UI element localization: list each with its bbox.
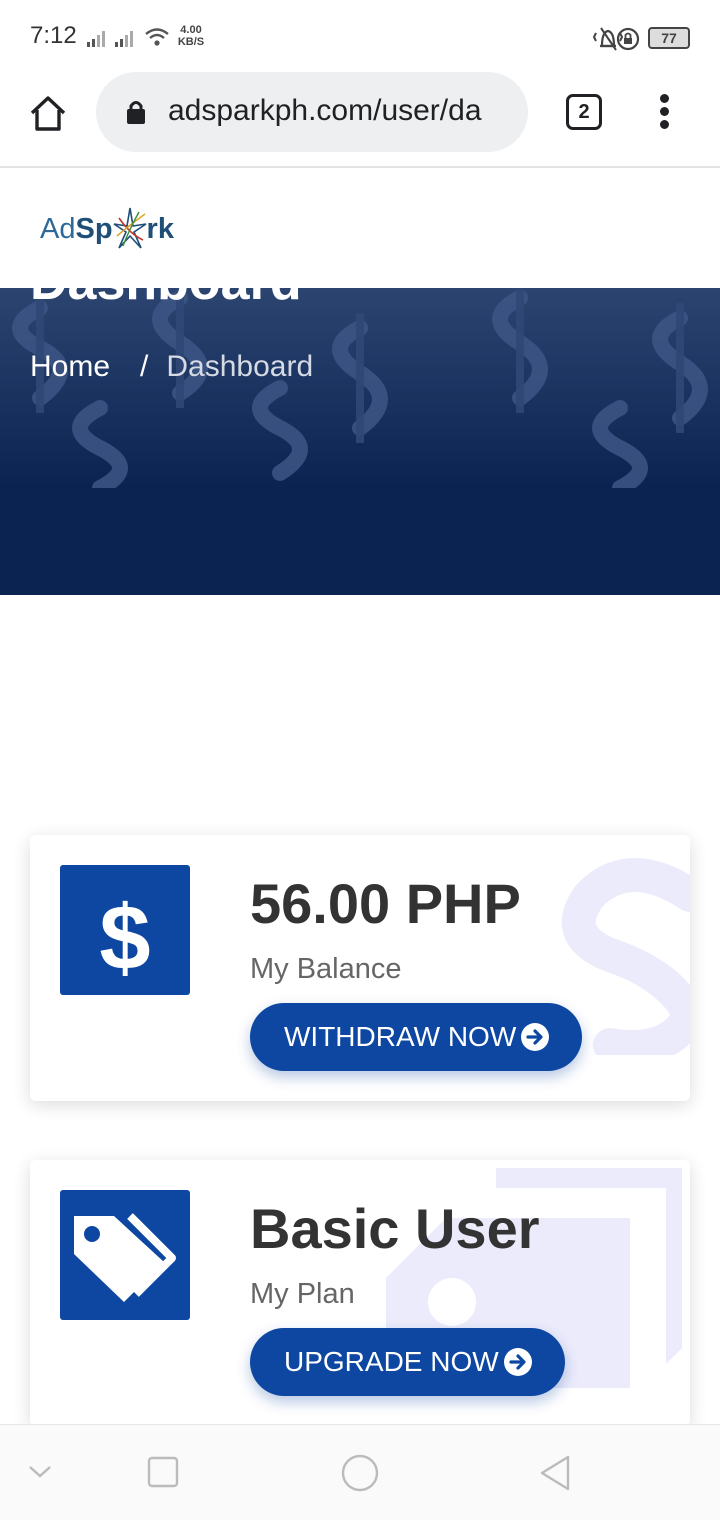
plan-value: Basic User xyxy=(250,1197,540,1260)
balance-label: My Balance xyxy=(250,953,402,985)
url-text[interactable]: adsparkph.com/user/da xyxy=(168,94,514,128)
signal-strength-icon xyxy=(115,31,133,47)
arrow-right-circle-icon xyxy=(521,1023,550,1051)
status-time: 7:12 xyxy=(30,22,77,49)
dollar-signs-background xyxy=(0,288,720,488)
home-icon[interactable] xyxy=(26,92,70,136)
logo-text-sp: Sp xyxy=(75,213,113,245)
breadcrumb: Home / Dashboard xyxy=(30,350,313,384)
upgrade-now-button[interactable]: UPGRADE NOW xyxy=(250,1328,565,1396)
network-speed-unit: KB/S xyxy=(177,36,205,48)
wifi-icon xyxy=(145,28,169,46)
adspark-logo[interactable]: AdSp rk xyxy=(40,206,174,256)
withdraw-now-button[interactable]: WITHDRAW NOW xyxy=(250,1003,583,1071)
home-circle-icon[interactable] xyxy=(340,1453,380,1493)
signal-strength-icon xyxy=(87,31,105,47)
spark-star-icon xyxy=(113,207,146,249)
breadcrumb-home-link[interactable]: Home xyxy=(30,350,110,383)
status-bar: 7:12 4.00 KB/S 77 xyxy=(0,0,720,72)
battery-indicator: 77 xyxy=(648,27,690,49)
upgrade-now-label: UPGRADE NOW xyxy=(284,1346,499,1377)
svg-text:$: $ xyxy=(99,887,150,989)
breadcrumb-current: Dashboard xyxy=(166,350,314,383)
site-header: AdSp rk xyxy=(0,170,720,288)
balance-value: 56.00 PHP xyxy=(250,872,521,935)
plan-label: My Plan xyxy=(250,1278,355,1310)
logo-text-ad: Ad xyxy=(40,213,76,245)
logo-text-rk: rk xyxy=(146,213,174,245)
more-options-icon[interactable] xyxy=(654,94,674,134)
tab-switcher-button[interactable]: 2 xyxy=(566,94,602,130)
balance-card: $ 56.00 PHP My Balance WITHDRAW NOW xyxy=(30,835,690,1101)
address-bar[interactable]: adsparkph.com/user/da xyxy=(96,72,528,152)
page-title: Dashboard xyxy=(30,288,302,312)
network-speed-value: 4.00 xyxy=(180,24,202,36)
system-navigation-bar xyxy=(0,1424,720,1520)
arrow-right-circle-icon xyxy=(503,1348,532,1376)
breadcrumb-separator: / xyxy=(140,350,149,383)
chevron-down-icon[interactable] xyxy=(26,1461,54,1481)
plan-card: Basic User My Plan UPGRADE NOW xyxy=(30,1160,690,1426)
back-icon[interactable] xyxy=(536,1453,576,1493)
recent-apps-icon[interactable] xyxy=(146,1455,180,1489)
browser-toolbar: adsparkph.com/user/da 2 xyxy=(0,72,720,168)
lock-icon xyxy=(127,101,145,124)
network-speed: 4.00 KB/S xyxy=(174,24,208,48)
tags-icon xyxy=(60,1190,190,1320)
rotation-lock-icon xyxy=(616,27,640,51)
dollar-icon: $ xyxy=(60,865,190,995)
hero-banner: Dashboard Home / Dashboard xyxy=(0,288,720,595)
withdraw-now-label: WITHDRAW NOW xyxy=(284,1021,517,1052)
